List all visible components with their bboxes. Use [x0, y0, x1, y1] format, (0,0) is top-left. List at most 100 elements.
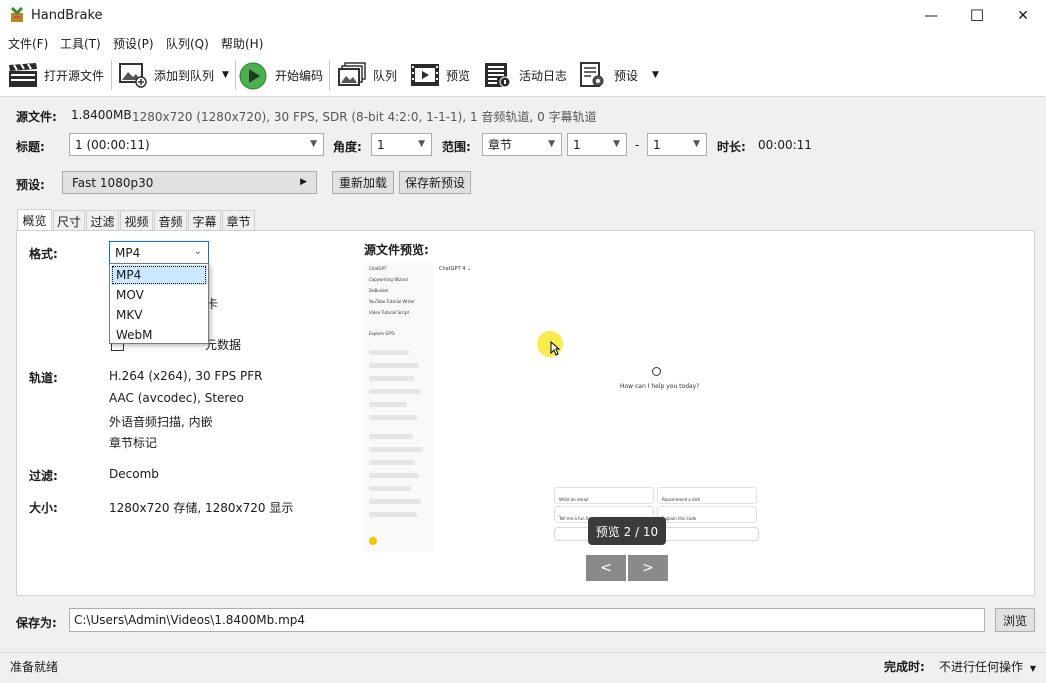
close-button[interactable]: ✕	[1000, 0, 1046, 31]
format-option-webm[interactable]: WebM	[111, 325, 207, 345]
title-bar	[0, 0, 1046, 31]
format-dropdown-list: MP4 MOV MKV WebM	[109, 263, 209, 344]
source-name: 1.8400MB	[71, 108, 132, 122]
format-option-mkv[interactable]: MKV	[111, 305, 207, 325]
when-done-value: 不进行任何操作	[939, 660, 1024, 674]
range-start-select[interactable]: 1 ▼	[567, 133, 627, 156]
preview-card: Explain this code	[657, 506, 757, 523]
toolbar-separator	[329, 60, 330, 90]
track-audio: AAC (avcodec), Stereo	[109, 391, 244, 405]
open-source-button[interactable]: 打开源文件	[8, 58, 104, 92]
duration-label: 时长:	[717, 140, 746, 154]
preview-card-text: Explain this code	[662, 516, 697, 521]
play-icon	[239, 62, 267, 90]
browse-button[interactable]: 浏览	[995, 608, 1035, 632]
tab-chapters[interactable]: 章节	[222, 210, 255, 231]
chevron-down-icon[interactable]: ▼	[222, 70, 229, 80]
preset-selector[interactable]: Fast 1080p30 ▶	[62, 171, 317, 194]
preview-next-button[interactable]: >	[628, 555, 668, 581]
maximize-button[interactable]: ☐	[954, 0, 1000, 31]
preview-label: 预览	[446, 68, 471, 83]
save-path-value: C:\Users\Admin\Videos\1.8400Mb.mp4	[74, 613, 306, 627]
menu-queue[interactable]: 队列(Q)	[166, 35, 209, 52]
angle-label: 角度:	[333, 140, 362, 154]
preview-avatar	[369, 537, 377, 545]
preview-card-text: Write an email	[559, 497, 589, 502]
range-mode-select[interactable]: 章节 ▼	[482, 133, 562, 156]
menu-help[interactable]: 帮助(H)	[221, 35, 263, 52]
tab-video[interactable]: 视频	[120, 210, 153, 231]
filters-value: Decomb	[109, 467, 159, 481]
range-end-value: 1	[653, 137, 661, 152]
tab-summary[interactable]: 概览	[17, 209, 52, 231]
menu-tools[interactable]: 工具(T)	[60, 35, 101, 52]
title-label: 标题:	[16, 140, 45, 154]
preview-button[interactable]: 预览	[410, 58, 470, 92]
queue-label: 队列	[373, 68, 398, 83]
track-video: H.264 (x264), 30 FPS PFR	[109, 369, 263, 383]
tab-subtitles[interactable]: 字幕	[188, 210, 221, 231]
format-option-mp4[interactable]: MP4	[111, 265, 207, 285]
save-as-label: 保存为:	[16, 616, 57, 630]
preview-logo-icon	[652, 367, 661, 376]
add-to-queue-label: 添加到队列	[154, 68, 215, 83]
format-option-mov[interactable]: MOV	[111, 285, 207, 305]
activity-log-icon	[483, 62, 511, 88]
film-preview-icon	[410, 62, 439, 88]
preview-sidebar-item: YouTube Tutorial Writer	[369, 299, 415, 304]
preview-prompt: How can I help you today?	[620, 383, 700, 390]
source-label: 源文件:	[16, 110, 57, 124]
format-label: 格式:	[29, 247, 58, 261]
add-images-icon	[118, 62, 147, 88]
presets-gear-icon	[578, 62, 606, 88]
menu-presets[interactable]: 预设(P)	[113, 35, 154, 52]
range-end-select[interactable]: 1 ▼	[647, 133, 707, 156]
start-encode-button[interactable]: 开始编码	[239, 58, 323, 92]
preview-header: ChatGPT 4 ⌄	[439, 266, 472, 272]
menu-bar	[0, 31, 1046, 53]
preview-card: Recommend a dish	[657, 487, 757, 504]
chevron-down-icon: ▼	[310, 139, 317, 149]
add-to-queue-button[interactable]: 添加到队列 ▼	[118, 58, 229, 92]
angle-select[interactable]: 1 ▼	[371, 133, 432, 156]
preview-sidebar-item: Video Tutorial Script	[369, 310, 410, 315]
clapperboard-icon	[8, 62, 37, 88]
menu-file[interactable]: 文件(F)	[8, 35, 48, 52]
preview-next-label: >	[642, 560, 654, 576]
format-select[interactable]: MP4 ⌄	[109, 241, 209, 264]
range-start-value: 1	[573, 137, 581, 152]
queue-button[interactable]: 队列	[337, 58, 397, 92]
save-new-preset-button[interactable]: 保存新预设	[399, 171, 471, 194]
preview-counter: 预览 2 / 10	[588, 517, 666, 545]
presets-button[interactable]: 预设 ▼	[578, 58, 659, 92]
title-select[interactable]: 1 (00:00:11) ▼	[69, 133, 324, 156]
save-path-input[interactable]: C:\Users\Admin\Videos\1.8400Mb.mp4	[69, 608, 985, 632]
reload-preset-button[interactable]: 重新加载	[332, 171, 394, 194]
app-logo-icon	[9, 6, 25, 23]
preset-selector-value: Fast 1080p30	[72, 175, 154, 190]
preview-card: Write an email	[554, 487, 654, 504]
tab-filters[interactable]: 过滤	[86, 210, 119, 231]
size-label: 大小:	[29, 501, 58, 515]
track-foreign-audio: 外语音频扫描, 内嵌	[109, 415, 213, 429]
metadata-checkbox-label: 元数据	[205, 338, 242, 352]
chevron-right-icon: ▶	[300, 177, 307, 187]
tab-dimensions[interactable]: 尺寸	[53, 210, 85, 231]
preview-counter-text: 预览 2 / 10	[595, 524, 659, 539]
range-dash: -	[635, 138, 640, 152]
preview-card-text: Recommend a dish	[662, 497, 701, 502]
preview-prev-button[interactable]: <	[586, 555, 626, 581]
preset-label: 预设:	[16, 178, 45, 192]
presets-label: 预设	[614, 68, 639, 83]
tracks-label: 轨道:	[29, 371, 58, 385]
chevron-down-icon: ▼	[693, 139, 700, 149]
activity-log-button[interactable]: 活动日志	[483, 58, 567, 92]
toolbar-separator	[235, 60, 236, 90]
minimize-button[interactable]: —	[908, 0, 954, 31]
when-done-select[interactable]: 不进行任何操作 ▼	[939, 658, 1036, 675]
preview-sidebar-item: ChatGPT	[369, 266, 387, 271]
chevron-down-icon[interactable]: ▼	[652, 70, 659, 80]
when-done-label: 完成时:	[884, 660, 925, 674]
chevron-down-icon: ▼	[1029, 664, 1036, 673]
tab-audio[interactable]: 音频	[154, 210, 187, 231]
